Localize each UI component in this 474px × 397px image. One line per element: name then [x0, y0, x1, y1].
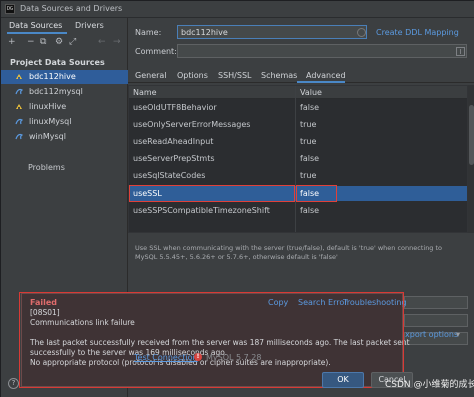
name-field[interactable]: bdc112hive [177, 25, 367, 39]
expand-comment-icon[interactable] [456, 47, 465, 56]
active-tab-indicator [297, 81, 345, 83]
table-header: Name Value [129, 86, 467, 99]
property-value[interactable]: true [300, 171, 316, 180]
mysql-icon [15, 133, 23, 140]
forward-arrow-icon[interactable]: → [113, 37, 121, 48]
mysql-icon [15, 118, 23, 125]
highlight-box-name [129, 185, 295, 202]
property-value[interactable]: true [300, 137, 316, 146]
title-bar: DG Data Sources and Drivers [1, 1, 474, 18]
property-name: useReadAheadInput [133, 137, 214, 146]
app-logo-icon: DG [5, 4, 15, 14]
tab-general[interactable]: General [135, 71, 167, 80]
data-source-item[interactable]: linuxHive [1, 100, 128, 114]
table-row[interactable]: useReadAheadInput true [129, 134, 467, 149]
property-name: useServerPrepStmts [133, 154, 215, 163]
name-label: Name: [135, 28, 162, 37]
highlight-box-value [296, 185, 337, 202]
property-value[interactable]: false [300, 154, 319, 163]
table-row[interactable]: useSSPSCompatibleTimezoneShift false [129, 203, 467, 218]
data-source-label: linuxHive [29, 102, 67, 111]
tab-ssh-ssl[interactable]: SSH/SSL [218, 71, 251, 80]
data-source-item[interactable]: bdc112hive [1, 70, 128, 84]
dialog-window: DG Data Sources and Drivers Data Sources… [0, 0, 474, 397]
table-row[interactable]: useOnlyServerErrorMessages true [129, 117, 467, 132]
data-source-label: linuxMysql [29, 117, 72, 126]
property-value[interactable]: false [300, 103, 319, 112]
scrollbar-thumb[interactable] [469, 105, 474, 165]
settings-tabs: General Options SSH/SSL Schemas Advanced [128, 66, 474, 83]
tab-options[interactable]: Options [177, 71, 208, 80]
back-arrow-icon[interactable]: ← [98, 37, 106, 48]
left-toolbar: + − ⧉ ⚙ ⤢ ← → [1, 35, 128, 51]
tab-advanced[interactable]: Advanced [306, 71, 346, 80]
help-icon[interactable]: ? [8, 378, 19, 389]
hive-icon [16, 74, 22, 80]
test-connection-link[interactable]: Test Connection [134, 353, 198, 362]
comment-field[interactable] [177, 44, 467, 58]
watermark-text: CSDN @小维菊的成长 [385, 380, 474, 390]
column-header-value[interactable]: Value [300, 88, 322, 97]
clear-name-icon[interactable] [357, 28, 366, 37]
comment-label: Comment: [135, 47, 177, 56]
property-name: useOldUTF8Behavior [133, 103, 217, 112]
settings-icon[interactable]: ⚙ [55, 37, 63, 48]
window-title: Data Sources and Drivers [20, 4, 123, 13]
data-source-label: winMysql [29, 132, 66, 141]
export-options-link[interactable]: xport options [405, 330, 458, 339]
data-source-item[interactable]: linuxMysql [1, 115, 128, 129]
copy-icon[interactable]: ⧉ [40, 37, 46, 48]
property-name: useSSPSCompatibleTimezoneShift [133, 206, 270, 215]
property-name: useSqlStateCodes [133, 171, 206, 180]
mysql-icon [15, 88, 23, 95]
create-ddl-mapping-link[interactable]: Create DDL Mapping [376, 28, 459, 37]
property-description: Use SSL when communicating with the serv… [135, 244, 443, 261]
problems-item[interactable]: Problems [28, 163, 65, 172]
table-row[interactable]: useSqlStateCodes true [129, 168, 467, 183]
data-source-label: bdc112hive [29, 72, 76, 81]
project-data-sources-heading: Project Data Sources [10, 58, 105, 67]
left-tabs: Data Sources Drivers [1, 18, 128, 34]
error-status-icon: ! [194, 353, 202, 361]
table-row[interactable]: useServerPrepStmts false [129, 151, 467, 166]
table-scrollbar[interactable] [468, 85, 474, 233]
ok-button[interactable]: OK [322, 372, 364, 388]
tab-schemas[interactable]: Schemas [261, 71, 297, 80]
tab-data-sources[interactable]: Data Sources [9, 21, 62, 30]
partial-field[interactable] [404, 296, 468, 309]
advanced-properties-table: Name Value useOldUTF8Behavior false useO… [128, 85, 468, 233]
property-value[interactable]: false [300, 206, 319, 215]
hive-icon [16, 104, 22, 110]
column-header-name[interactable]: Name [133, 88, 157, 97]
add-icon[interactable]: + [8, 37, 16, 48]
data-source-item[interactable]: bdc112mysql [1, 85, 128, 99]
expand-icon[interactable]: ⤢ [69, 37, 76, 48]
partial-field[interactable] [404, 314, 468, 327]
property-name: useOnlyServerErrorMessages [133, 120, 251, 129]
property-value[interactable]: true [300, 120, 316, 129]
tab-drivers[interactable]: Drivers [75, 21, 104, 30]
data-source-item[interactable]: winMysql [1, 130, 128, 144]
table-row[interactable]: useOldUTF8Behavior false [129, 100, 467, 115]
data-source-label: bdc112mysql [29, 87, 83, 96]
remove-icon[interactable]: − [27, 37, 35, 48]
active-tab-indicator [7, 32, 67, 34]
dropdown-arrow-icon[interactable]: ▾ [456, 330, 460, 339]
driver-version-label: MySQL 5.7.28 [206, 353, 262, 362]
